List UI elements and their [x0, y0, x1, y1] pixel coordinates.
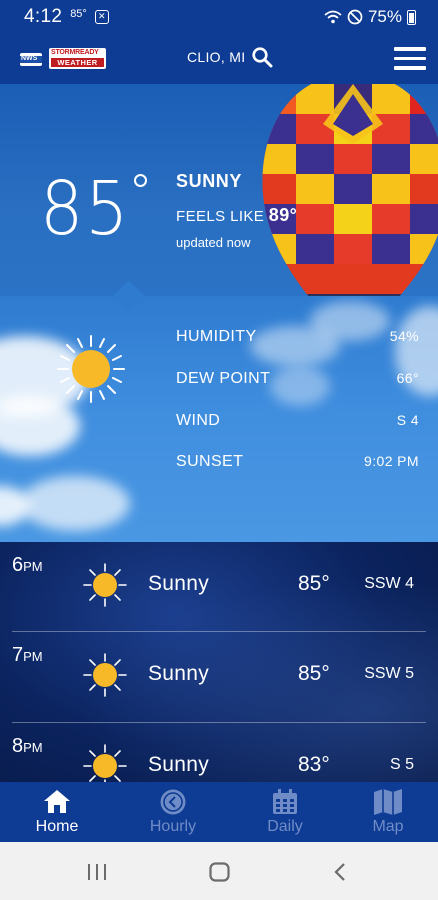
current-conditions: 85 SUNNY FEELS LIKE 89° updated now [0, 84, 438, 296]
detail-dew-point: DEW POINT 66° [176, 370, 419, 388]
do-not-disturb-icon [347, 9, 363, 25]
nav-home-label: Home [35, 818, 79, 835]
hour-ampm: PM [23, 649, 43, 664]
nav-daily[interactable]: Daily [230, 782, 340, 842]
sun-icon [83, 563, 127, 607]
feels-like-value: 89° [268, 205, 298, 225]
hour-ampm: PM [23, 740, 43, 755]
hour-wind: SSW 5 [364, 665, 414, 682]
home-icon [44, 790, 70, 813]
status-bar: 4:12 85° ✕ 75% [0, 0, 438, 34]
nav-map-label: Map [372, 818, 404, 835]
battery-icon [407, 9, 416, 25]
recent-apps-icon[interactable] [87, 863, 107, 881]
nav-hourly[interactable]: Hourly [118, 782, 228, 842]
sun-icon [57, 335, 125, 403]
sun-icon [83, 653, 127, 697]
nav-home[interactable]: Home [2, 782, 112, 842]
detail-sunset: SUNSET 9:02 PM [176, 453, 419, 471]
hour-label: 7PM [12, 644, 43, 667]
cloud-decoration [20, 476, 130, 531]
detail-humidity: HUMIDITY 54% [176, 328, 419, 346]
hour-number: 6 [12, 554, 24, 576]
hour-wind: S 5 [389, 756, 414, 773]
home-button-icon[interactable] [209, 862, 230, 882]
battery-percent: 75% [367, 7, 402, 26]
detail-value: S 4 [396, 412, 419, 428]
notification-icon: ✕ [94, 10, 109, 24]
bottom-nav: Home Hourly Daily Map [0, 782, 438, 842]
nav-map[interactable]: Map [333, 782, 438, 842]
hour-number: 7 [12, 644, 24, 666]
nav-hourly-label: Hourly [149, 818, 197, 835]
hour-number: 8 [12, 735, 24, 757]
detail-value: 66° [396, 370, 419, 386]
sun-icon [83, 744, 127, 782]
hourly-row[interactable]: 6PM Sunny 85° SSW 4 [0, 542, 438, 632]
status-right: 75% [324, 7, 416, 27]
detail-label: HUMIDITY [176, 328, 257, 345]
feels-like-label: FEELS LIKE [176, 208, 265, 225]
menu-icon[interactable] [394, 47, 426, 71]
search-icon[interactable] [251, 46, 273, 68]
current-temperature: 85 [40, 166, 131, 252]
detail-value: 9:02 PM [364, 453, 419, 469]
status-temperature: 85° [70, 8, 87, 20]
hourly-row[interactable]: 7PM Sunny 85° SSW 5 [0, 632, 438, 722]
hour-label: 8PM [12, 735, 43, 758]
hour-wind: SSW 4 [364, 575, 414, 592]
hot-air-balloon-image [262, 84, 438, 296]
app-header: NWS STORMREADY WEATHER CLIO, MI [0, 34, 438, 84]
status-time: 4:12 [24, 6, 63, 27]
location-label[interactable]: CLIO, MI [187, 49, 245, 65]
feels-like: FEELS LIKE 89° [176, 205, 297, 226]
detail-value: 54% [389, 328, 419, 344]
weather-logo-text: WEATHER [51, 58, 104, 67]
hour-condition: Sunny [148, 753, 210, 776]
nws-logo-text: NWS [21, 55, 38, 62]
hour-condition: Sunny [148, 572, 210, 595]
degree-symbol [134, 174, 147, 187]
hour-temperature: 85° [298, 572, 330, 595]
hour-condition: Sunny [148, 662, 210, 685]
wifi-icon [324, 10, 342, 24]
system-nav-bar [0, 842, 438, 900]
storm-ready-logo-text: STORMREADY [51, 49, 99, 56]
status-left: 4:12 85° ✕ [24, 6, 109, 28]
current-condition: SUNNY [176, 171, 243, 191]
map-icon [374, 789, 402, 815]
back-icon[interactable] [333, 862, 347, 882]
storm-ready-logo: STORMREADY WEATHER [49, 48, 106, 69]
detail-label: DEW POINT [176, 370, 271, 387]
nav-daily-label: Daily [267, 818, 303, 835]
updated-text: updated now [176, 235, 251, 250]
hour-label: 6PM [12, 554, 43, 577]
hour-temperature: 85° [298, 662, 330, 685]
nws-logo: NWS [20, 53, 42, 66]
hour-temperature: 83° [298, 753, 330, 776]
detail-label: SUNSET [176, 453, 244, 470]
hour-ampm: PM [23, 559, 43, 574]
hourly-row[interactable]: 8PM Sunny 83° S 5 [0, 723, 438, 782]
detail-wind: WIND S 4 [176, 412, 419, 430]
hourly-list[interactable]: 6PM Sunny 85° SSW 4 7PM Sunny 85° SSW 5 … [0, 542, 438, 782]
detail-label: WIND [176, 412, 221, 429]
clock-icon [160, 789, 186, 815]
calendar-icon [273, 789, 297, 814]
